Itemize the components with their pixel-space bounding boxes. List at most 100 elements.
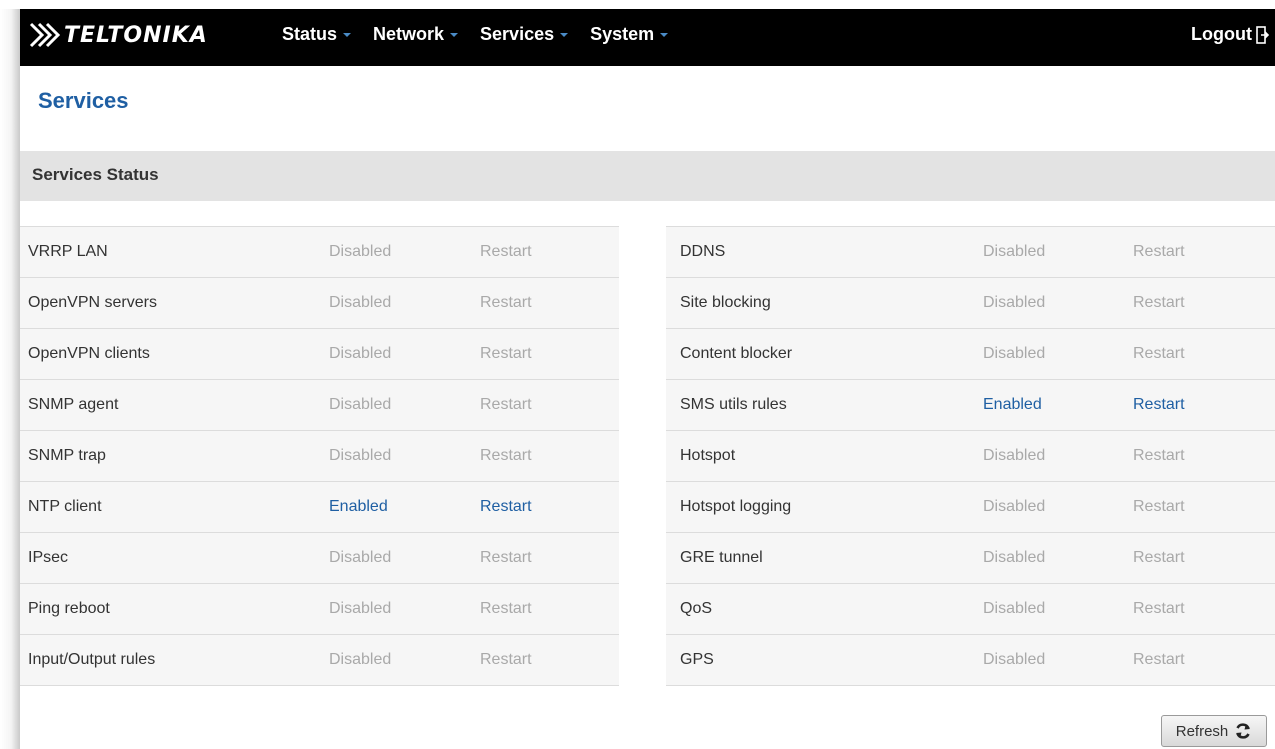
services-table-right: DDNS Disabled Restart Site blocking Disabled… bbox=[666, 226, 1275, 686]
logout-link[interactable]: Logout bbox=[1191, 24, 1270, 45]
services-table-left: VRRP LAN Disabled Restart OpenVPN servers Di… bbox=[20, 226, 619, 686]
table-row: IPsec Disabled Restart bbox=[20, 533, 619, 584]
teltonika-logo-icon bbox=[29, 22, 61, 48]
logo[interactable]: TELTONIKA bbox=[28, 20, 208, 50]
restart-link[interactable]: Restart bbox=[1133, 396, 1185, 414]
restart-link[interactable]: Restart bbox=[480, 447, 532, 465]
nav-status-label: Status bbox=[282, 24, 338, 44]
service-name: IPsec bbox=[28, 549, 69, 566]
restart-link[interactable]: Restart bbox=[1133, 243, 1185, 261]
service-name: Input/Output rules bbox=[28, 651, 156, 668]
service-name: Hotspot logging bbox=[680, 498, 792, 515]
service-name: Ping reboot bbox=[28, 600, 110, 617]
nav-network[interactable]: Network bbox=[373, 24, 459, 45]
restart-link[interactable]: Restart bbox=[1133, 600, 1185, 618]
logout-label: Logout bbox=[1191, 24, 1252, 44]
top-navigation-bar: TELTONIKA Status Network Services System… bbox=[20, 9, 1275, 66]
service-status: Disabled bbox=[329, 651, 392, 668]
table-row: VRRP LAN Disabled Restart bbox=[20, 227, 619, 278]
nav-system[interactable]: System bbox=[590, 24, 669, 45]
service-status: Disabled bbox=[983, 345, 1046, 362]
section-header: Services Status bbox=[20, 151, 1275, 201]
restart-link[interactable]: Restart bbox=[1133, 498, 1185, 516]
service-status: Disabled bbox=[983, 447, 1046, 464]
restart-link[interactable]: Restart bbox=[480, 396, 532, 414]
restart-link[interactable]: Restart bbox=[480, 600, 532, 618]
table-row: OpenVPN clients Disabled Restart bbox=[20, 329, 619, 380]
restart-link[interactable]: Restart bbox=[480, 498, 532, 516]
section-title: Services Status bbox=[32, 165, 159, 184]
service-status: Disabled bbox=[983, 600, 1046, 617]
service-status: Disabled bbox=[329, 600, 392, 617]
restart-link[interactable]: Restart bbox=[1133, 345, 1185, 363]
restart-link[interactable]: Restart bbox=[480, 243, 532, 261]
service-name: Content blocker bbox=[680, 345, 793, 362]
main-nav: Status Network Services System bbox=[282, 24, 690, 45]
service-name: SNMP agent bbox=[28, 396, 119, 413]
restart-link[interactable]: Restart bbox=[1133, 294, 1185, 312]
table-row: NTP client Enabled Restart bbox=[20, 482, 619, 533]
service-status: Disabled bbox=[329, 549, 392, 566]
table-row: Content blocker Disabled Restart bbox=[666, 329, 1275, 380]
service-status: Disabled bbox=[983, 651, 1046, 668]
table-row: Hotspot Disabled Restart bbox=[666, 431, 1275, 482]
service-status: Disabled bbox=[983, 498, 1046, 515]
service-name: QoS bbox=[680, 600, 713, 617]
table-row: GRE tunnel Disabled Restart bbox=[666, 533, 1275, 584]
chevron-down-icon bbox=[343, 32, 352, 37]
restart-link[interactable]: Restart bbox=[480, 549, 532, 567]
app-window: TELTONIKA Status Network Services System… bbox=[0, 0, 1275, 749]
service-name: OpenVPN servers bbox=[28, 294, 157, 311]
table-row: OpenVPN servers Disabled Restart bbox=[20, 278, 619, 329]
table-row: Input/Output rules Disabled Restart bbox=[20, 635, 619, 686]
table-row: Ping reboot Disabled Restart bbox=[20, 584, 619, 635]
restart-link[interactable]: Restart bbox=[1133, 651, 1185, 669]
restart-link[interactable]: Restart bbox=[480, 345, 532, 363]
table-row: Site blocking Disabled Restart bbox=[666, 278, 1275, 329]
service-status: Disabled bbox=[983, 294, 1046, 311]
service-name: DDNS bbox=[680, 243, 726, 260]
nav-system-label: System bbox=[590, 24, 655, 44]
service-status: Enabled bbox=[983, 396, 1042, 413]
nav-services[interactable]: Services bbox=[480, 24, 569, 45]
service-name: GRE tunnel bbox=[680, 549, 763, 566]
service-status: Disabled bbox=[983, 243, 1046, 260]
table-row: Hotspot logging Disabled Restart bbox=[666, 482, 1275, 533]
table-row: SNMP agent Disabled Restart bbox=[20, 380, 619, 431]
service-status: Disabled bbox=[329, 294, 392, 311]
service-name: VRRP LAN bbox=[28, 243, 108, 260]
logout-icon bbox=[1256, 25, 1270, 44]
table-row: SNMP trap Disabled Restart bbox=[20, 431, 619, 482]
table-row: DDNS Disabled Restart bbox=[666, 227, 1275, 278]
service-status: Enabled bbox=[329, 498, 388, 515]
service-name: Hotspot bbox=[680, 447, 736, 464]
nav-services-label: Services bbox=[480, 24, 555, 44]
nav-network-label: Network bbox=[373, 24, 445, 44]
table-row: QoS Disabled Restart bbox=[666, 584, 1275, 635]
restart-link[interactable]: Restart bbox=[480, 651, 532, 669]
service-status: Disabled bbox=[983, 549, 1046, 566]
service-status: Disabled bbox=[329, 396, 392, 413]
service-status: Disabled bbox=[329, 345, 392, 362]
chevron-down-icon bbox=[450, 32, 459, 37]
nav-status[interactable]: Status bbox=[282, 24, 352, 45]
service-name: Site blocking bbox=[680, 294, 771, 311]
table-row: GPS Disabled Restart bbox=[666, 635, 1275, 686]
service-status: Disabled bbox=[329, 243, 392, 260]
service-name: SMS utils rules bbox=[680, 396, 787, 413]
page-title: Services bbox=[38, 88, 129, 113]
page-shadow bbox=[0, 9, 20, 749]
chevron-down-icon bbox=[660, 32, 669, 37]
refresh-button[interactable]: Refresh bbox=[1161, 715, 1267, 747]
restart-link[interactable]: Restart bbox=[1133, 549, 1185, 567]
service-name: NTP client bbox=[28, 498, 102, 515]
refresh-icon bbox=[1236, 723, 1251, 739]
service-name: OpenVPN clients bbox=[28, 345, 150, 362]
restart-link[interactable]: Restart bbox=[480, 294, 532, 312]
service-name: SNMP trap bbox=[28, 447, 106, 464]
refresh-label: Refresh bbox=[1175, 722, 1229, 740]
chevron-down-icon bbox=[560, 32, 569, 37]
logo-text: TELTONIKA bbox=[64, 22, 208, 48]
table-row: SMS utils rules Enabled Restart bbox=[666, 380, 1275, 431]
restart-link[interactable]: Restart bbox=[1133, 447, 1185, 465]
